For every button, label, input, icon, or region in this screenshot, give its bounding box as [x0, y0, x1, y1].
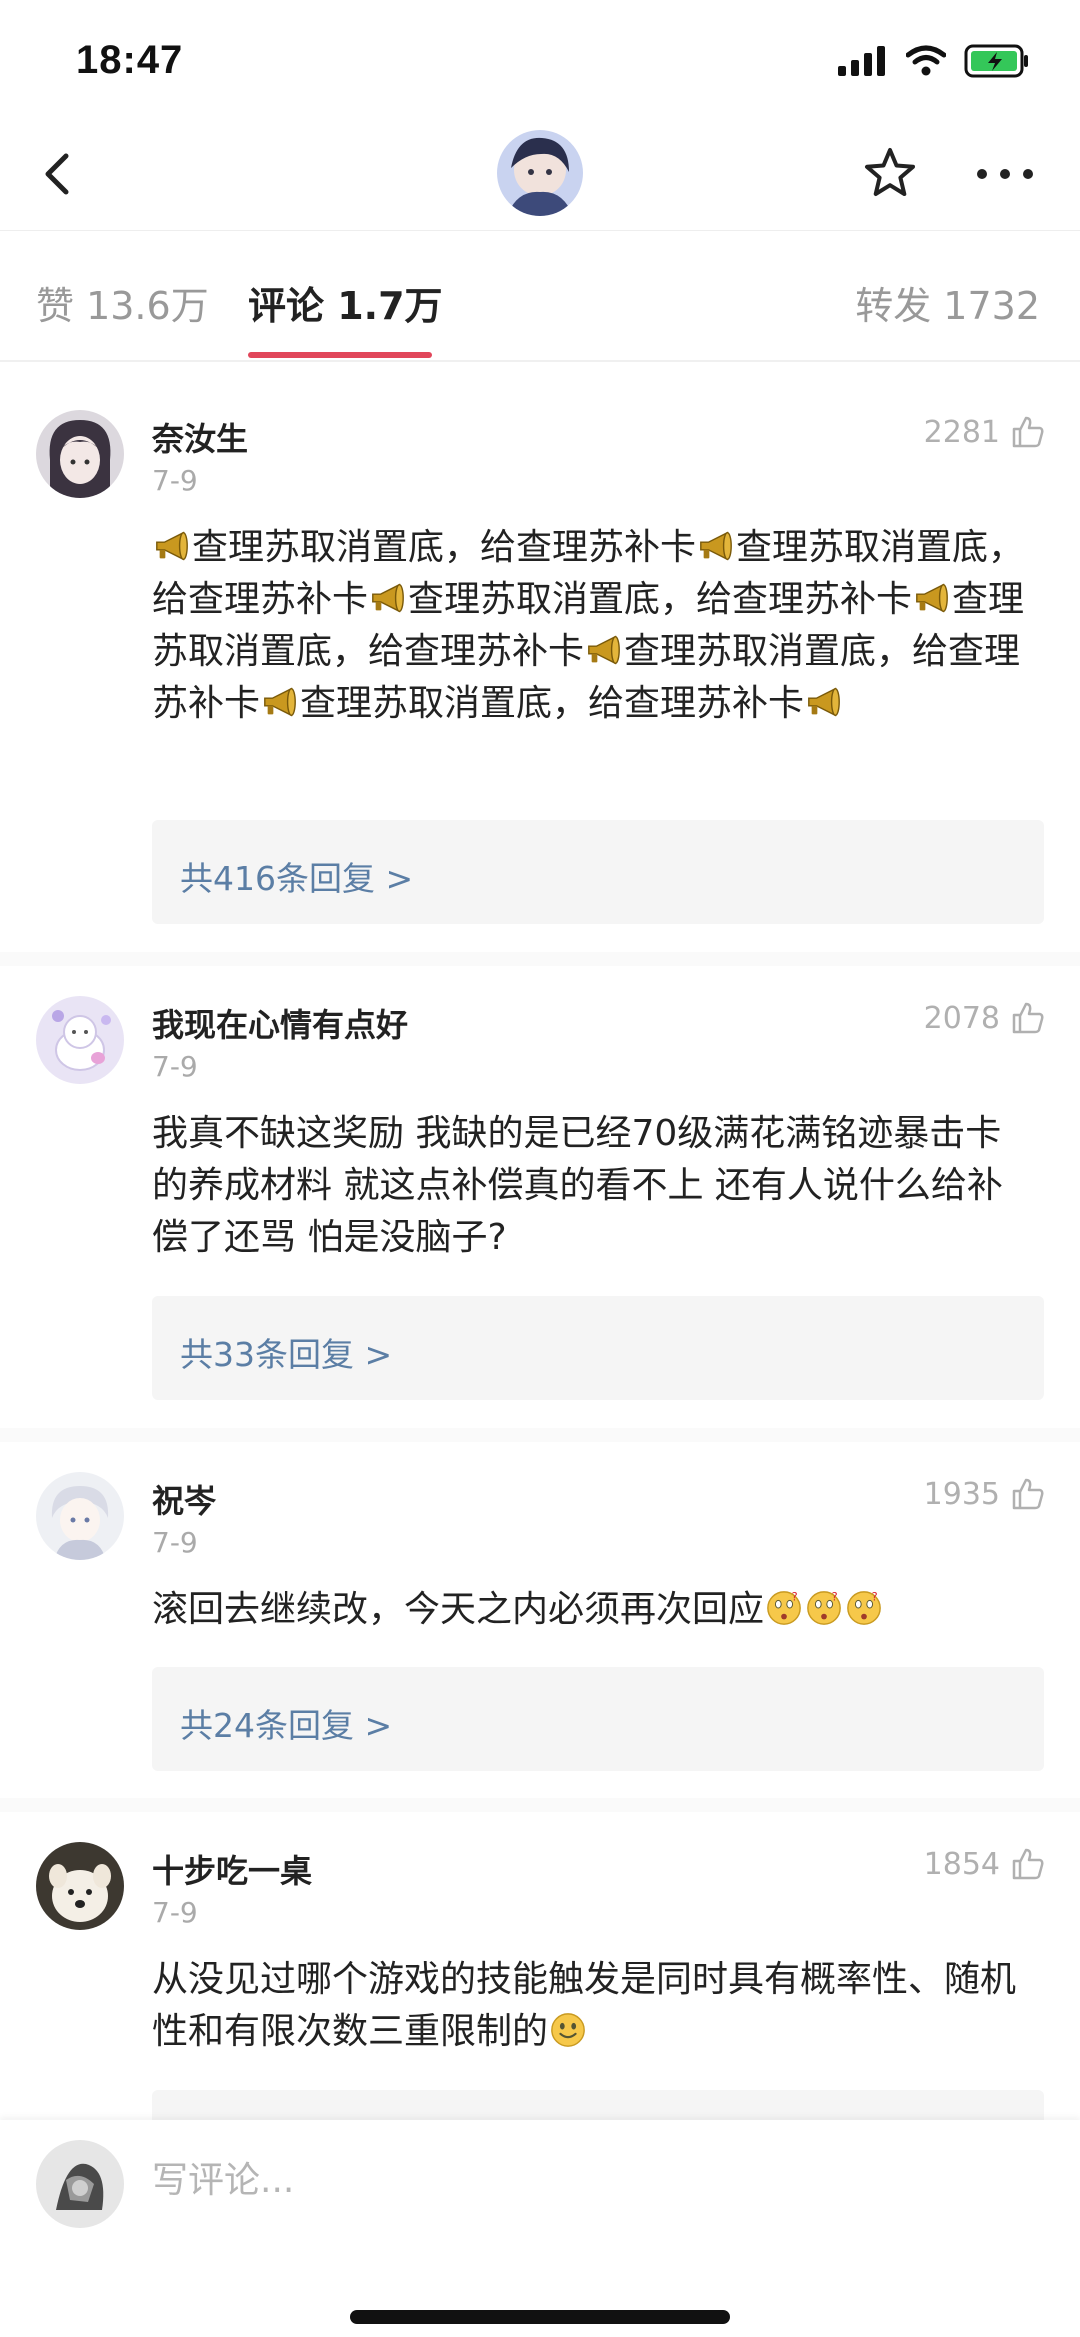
tab-likes[interactable]: 赞 13.6万: [36, 275, 209, 330]
comment-date: 7-9: [152, 464, 198, 497]
comment-text: 我真不缺这奖励 我缺的是已经70级满花满铭迹暴击卡的养成材料 就这点补偿真的看不…: [152, 1113, 1003, 1258]
like-count: 2281: [923, 414, 1000, 450]
replies-count: 共416条回复 >: [180, 859, 414, 898]
comment-username[interactable]: 奈汝生: [152, 414, 248, 460]
view-replies-button[interactable]: 共416条回复 >: [152, 820, 1044, 924]
status-icons: [838, 44, 1030, 78]
comment-item: 我现在心情有点好 7-9 2078 我真不缺这奖励 我缺的是已经70级满花满铭迹…: [0, 966, 1080, 1416]
comment-username[interactable]: 我现在心情有点好: [152, 1000, 408, 1046]
comment-text: 从没见过哪个游戏的技能触发是同时具有概率性、随机性和有限次数三重限制的: [152, 1954, 1032, 2058]
tab-bar: 赞 13.6万 评论 1.7万 转发 1732: [0, 230, 1080, 362]
status-time: 18:47: [76, 38, 184, 82]
like-button[interactable]: 1935: [924, 1476, 1046, 1512]
megaphone-icon: [697, 527, 735, 565]
comment-text: 滚回去继续改，今天之内必须再次回应: [152, 1584, 1032, 1636]
replies-count: 共33条回复 >: [180, 1335, 393, 1374]
megaphone-icon: [585, 631, 623, 669]
comment-input[interactable]: [152, 2150, 952, 2210]
comment-date: 7-9: [152, 1526, 198, 1559]
status-bar: 18:47: [0, 0, 1080, 120]
comment-date: 7-9: [152, 1896, 198, 1929]
megaphone-icon: [913, 579, 951, 617]
megaphone-icon: [153, 527, 191, 565]
my-avatar[interactable]: [36, 2140, 124, 2228]
user-avatar[interactable]: [36, 996, 124, 1084]
battery-icon: [964, 44, 1028, 78]
smile-face-icon: [549, 2011, 587, 2049]
home-indicator: [350, 2310, 730, 2324]
user-avatar[interactable]: [36, 410, 124, 498]
comment-text-body: 滚回去继续改，今天之内必须再次回应: [152, 1589, 765, 1630]
comment-compose-bar: [0, 2120, 1080, 2337]
tab-comments[interactable]: 评论 1.7万: [248, 275, 443, 330]
like-button[interactable]: 2078: [924, 1000, 1046, 1036]
user-avatar[interactable]: [36, 1472, 124, 1560]
thumbs-up-icon: [1010, 1000, 1046, 1036]
user-avatar[interactable]: [36, 1842, 124, 1930]
like-button[interactable]: 1854: [924, 1846, 1046, 1882]
comment-text: 查理苏取消置底，给查理苏补卡 查理苏取消置底，给查理苏补卡 查理苏取消置底，给查理苏…: [152, 522, 1032, 730]
like-count: 1935: [923, 1476, 1000, 1512]
comment-text-segment: 查理苏取消置底，给查理苏补卡: [300, 683, 805, 724]
back-arrow-icon[interactable]: [30, 144, 90, 204]
signal-icon: [838, 46, 885, 76]
comment-text-segment: 查理苏取消置底，给查理苏补卡: [192, 527, 697, 568]
favorite-star-icon[interactable]: [860, 144, 920, 204]
poster-avatar[interactable]: [497, 130, 583, 216]
thinking-face-icon: [765, 1589, 803, 1627]
comment-date: 7-9: [152, 1050, 198, 1083]
comment-username[interactable]: 十步吃一桌: [152, 1846, 312, 1892]
megaphone-icon: [805, 683, 843, 721]
comment-username[interactable]: 祝岑: [152, 1476, 216, 1522]
like-count: 1854: [923, 1846, 1000, 1882]
like-count: 2078: [923, 1000, 1000, 1036]
nav-bar: [0, 120, 1080, 231]
thumbs-up-icon: [1010, 414, 1046, 450]
comment-item: 祝岑 7-9 1935 滚回去继续改，今天之内必须再次回应 共24条回复 >: [0, 1442, 1080, 1787]
view-replies-button[interactable]: 共24条回复 >: [152, 1667, 1044, 1771]
thinking-face-icon: [805, 1589, 843, 1627]
comment-text-segment: 查理苏取消置底，给查理苏补卡: [408, 579, 913, 620]
thumbs-up-icon: [1010, 1846, 1046, 1882]
comment-divider: [0, 1428, 1080, 1442]
wifi-icon: [906, 45, 946, 76]
more-options-icon[interactable]: [970, 144, 1040, 204]
active-tab-indicator: [248, 352, 432, 358]
comment-item: 奈汝生 7-9 2281 查理苏取消置底，给查理苏补卡 查理苏取消置底，给查理苏补…: [0, 380, 1080, 940]
comment-item: 十步吃一桌 7-9 1854 从没见过哪个游戏的技能触发是同时具有概率性、随机性…: [0, 1812, 1080, 2130]
view-replies-button[interactable]: 共33条回复 >: [152, 1296, 1044, 1400]
comment-divider: [0, 952, 1080, 966]
thumbs-up-icon: [1010, 1476, 1046, 1512]
megaphone-icon: [261, 683, 299, 721]
comment-divider: [0, 1798, 1080, 1812]
megaphone-icon: [369, 579, 407, 617]
thinking-face-icon: [845, 1589, 883, 1627]
tab-reposts[interactable]: 转发 1732: [855, 275, 1040, 330]
replies-count: 共24条回复 >: [180, 1706, 393, 1745]
like-button[interactable]: 2281: [924, 414, 1046, 450]
